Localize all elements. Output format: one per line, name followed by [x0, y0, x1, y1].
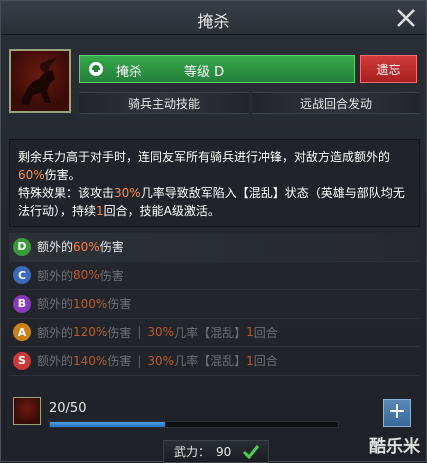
grade-separator: | [137, 325, 142, 340]
grade-letter-icon: A [13, 323, 31, 342]
skill-type-tag: 骑兵主动技能 [79, 92, 249, 114]
grade-post: 伤害 [107, 354, 132, 369]
grade-extra-num: 1 [246, 325, 254, 340]
desc-line1-tail: 伤害。 [44, 168, 81, 182]
troop-footer: 20/50 + [9, 395, 420, 433]
grade-post: 伤害 [107, 325, 132, 340]
grade-row-s: S 额外的 140% 伤害 | 30% 几率【混乱】 1 回合 [9, 347, 420, 376]
grade-pre: 额外的 [37, 268, 74, 283]
title-bar: 掩杀 [1, 1, 426, 35]
skill-name-bar: 掩杀 等级 D [79, 55, 355, 83]
grade-pct: 140% [73, 353, 108, 368]
close-icon[interactable] [394, 6, 418, 30]
grade-pre: 额外的 [37, 325, 74, 340]
grade-post: 伤害 [99, 240, 124, 255]
power-requirement: 武力： 90 [163, 440, 269, 463]
grade-extra-mid: 几率【混乱】 [174, 325, 247, 340]
power-label: 武力： [174, 445, 211, 459]
grade-post: 伤害 [107, 297, 132, 312]
cavalry-portrait-icon [21, 57, 57, 105]
grade-extra-end: 回合 [253, 325, 278, 340]
troop-progress-fill [50, 422, 166, 427]
desc-line2-end: 回合，技能A级激活。 [103, 204, 220, 218]
helmet-icon [89, 62, 103, 76]
troop-count: 20/50 [49, 401, 87, 416]
grade-pct: 120% [73, 325, 108, 340]
grade-row-b: B 额外的 100% 伤害 [9, 290, 420, 319]
add-button[interactable]: + [383, 399, 411, 427]
grade-separator: | [137, 353, 142, 368]
skill-grade: 等级 D [184, 65, 225, 80]
grade-letter-icon: D [13, 237, 31, 256]
power-value: 90 [216, 444, 232, 459]
skill-portrait [9, 49, 71, 113]
window-title: 掩杀 [197, 12, 230, 31]
grade-letter-icon: B [13, 294, 31, 313]
desc-line2-head: 特殊效果：该攻击 [18, 186, 115, 200]
grade-row-d: D 额外的 60% 伤害 [9, 233, 420, 262]
grade-pre: 额外的 [37, 297, 74, 312]
grade-post: 伤害 [99, 268, 124, 283]
grade-pct: 60% [73, 239, 100, 254]
grade-pre: 额外的 [37, 354, 74, 369]
grade-pct: 100% [73, 296, 108, 311]
grade-extra-mid: 几率【混乱】 [174, 354, 247, 369]
grade-pct: 80% [73, 268, 100, 283]
grade-extra-num: 1 [246, 353, 254, 368]
troop-portrait [13, 397, 41, 425]
grade-pre: 额外的 [37, 240, 74, 255]
grade-letter-icon: C [13, 266, 31, 285]
desc-line1: 剩余兵力高于对手时，连同友军所有骑兵进行冲锋，对敌方造成额外的 [18, 150, 391, 164]
watermark: 酷乐米 [369, 437, 420, 457]
skill-name: 掩杀 [116, 65, 143, 80]
skill-panel: 掩杀 掩杀 等级 D 遗忘 骑兵主动技能 远战回合发动 剩余兵力高于对手时，连同… [0, 0, 427, 463]
grade-row-c: C 额外的 80% 伤害 [9, 262, 420, 290]
troop-progress-bar [49, 421, 339, 428]
trigger-phase-tag: 远战回合发动 [252, 92, 420, 114]
desc-line2-pct: 30% [114, 186, 141, 200]
grade-extra-pct: 30% [147, 353, 175, 368]
desc-line1-pct: 60% [18, 168, 45, 182]
desc-line2-turns: 1 [96, 204, 104, 218]
skill-header: 掩杀 等级 D 遗忘 骑兵主动技能 远战回合发动 [9, 49, 420, 127]
grade-extra-pct: 30% [147, 325, 175, 340]
skill-description: 剩余兵力高于对手时，连同友军所有骑兵进行冲锋，对敌方造成额外的 60%伤害。 特殊… [9, 139, 420, 227]
check-icon [242, 445, 260, 460]
grade-row-a: A 额外的 120% 伤害 | 30% 几率【混乱】 1 回合 [9, 319, 420, 347]
grade-extra-end: 回合 [253, 354, 278, 369]
grade-letter-icon: S [13, 351, 31, 370]
grade-list: D 额外的 60% 伤害 C 额外的 80% 伤害 B 额外的 100% 伤害 A 额外的 120% 伤害 | 3… [9, 233, 420, 376]
forget-button[interactable]: 遗忘 [360, 55, 417, 83]
